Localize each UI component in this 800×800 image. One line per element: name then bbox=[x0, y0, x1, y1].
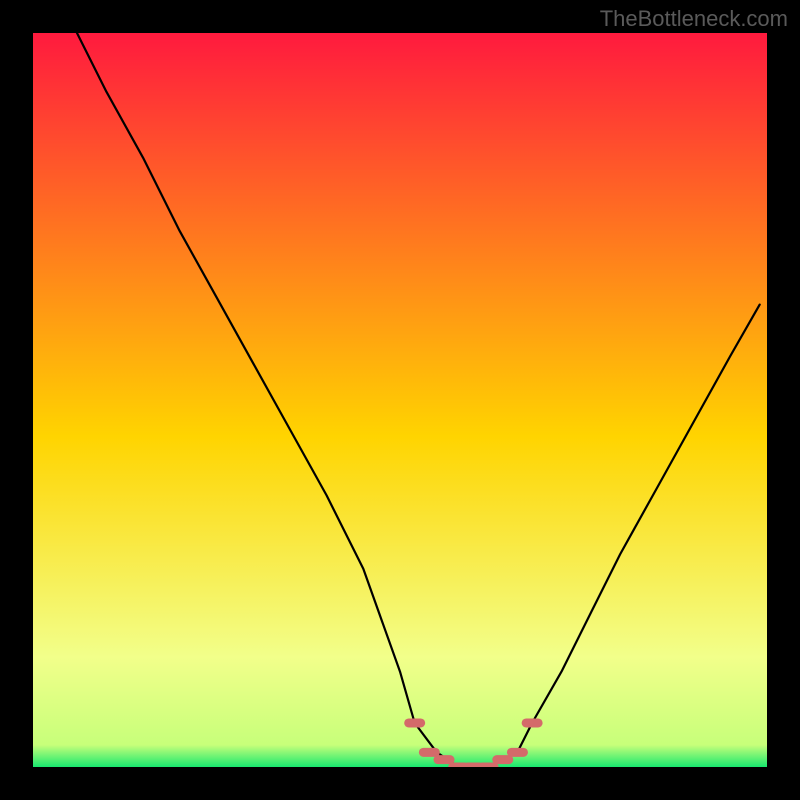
chart-svg bbox=[0, 0, 800, 800]
watermark-text: TheBottleneck.com bbox=[600, 6, 788, 32]
chart-stage: TheBottleneck.com bbox=[0, 0, 800, 800]
